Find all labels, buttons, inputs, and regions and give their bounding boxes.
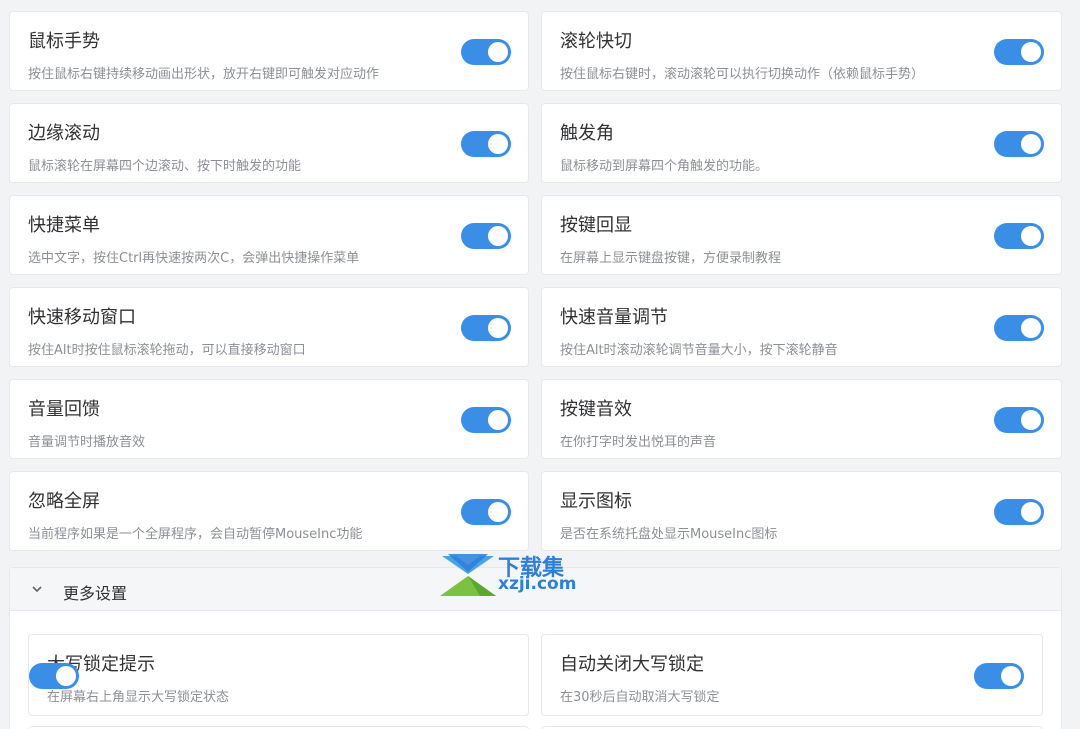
toggle-knob xyxy=(488,318,508,338)
setting-title: 边缘滚动 xyxy=(28,123,100,144)
setting-card-edge-scroll: 边缘滚动 鼠标滚轮在屏幕四个边滚动、按下时触发的功能 xyxy=(9,103,529,183)
setting-card-key-echo: 按键回显 在屏幕上显示键盘按键，方便录制教程 xyxy=(541,195,1062,275)
setting-card-ignore-fullscreen: 忽略全屏 当前程序如果是一个全屏程序，会自动暂停MouseInc功能 xyxy=(9,471,529,551)
quick-move-window-toggle[interactable] xyxy=(461,315,511,341)
setting-card-mouse-gesture: 鼠标手势 按住鼠标右键持续移动画出形状，放开右键即可触发对应动作 xyxy=(9,11,529,91)
setting-title: 音量回馈 xyxy=(28,399,100,420)
toggle-knob xyxy=(1001,666,1021,686)
watermark-logo: 下载集 xzji.com xyxy=(440,552,600,598)
setting-title: 按键回显 xyxy=(560,215,632,236)
setting-desc: 在30秒后自动取消大写锁定 xyxy=(560,690,720,705)
setting-desc: 按住Alt时按住鼠标滚轮拖动，可以直接移动窗口 xyxy=(28,343,306,358)
auto-caps-off-toggle[interactable] xyxy=(974,663,1024,689)
setting-title: 按键音效 xyxy=(560,399,632,420)
setting-title: 显示图标 xyxy=(560,491,632,512)
setting-desc: 在你打字时发出悦耳的声音 xyxy=(560,435,717,450)
setting-title: 触发角 xyxy=(560,123,614,144)
ignore-fullscreen-toggle[interactable] xyxy=(461,499,511,525)
chevron-down-icon xyxy=(32,586,42,593)
key-sound-toggle[interactable] xyxy=(994,407,1044,433)
setting-title: 滚轮快切 xyxy=(560,31,632,52)
setting-card-hot-corner: 触发角 鼠标移动到屏幕四个角触发的功能。 xyxy=(541,103,1062,183)
mouse-gesture-toggle[interactable] xyxy=(461,39,511,65)
setting-card-auto-caps-off: 自动关闭大写锁定 在30秒后自动取消大写锁定 xyxy=(541,634,1043,716)
toggle-knob xyxy=(488,226,508,246)
toggle-knob xyxy=(488,410,508,430)
toggle-knob xyxy=(56,666,76,686)
setting-card-wheel-switch: 滚轮快切 按住鼠标右键时，滚动滚轮可以执行切换动作（依赖鼠标手势） xyxy=(541,11,1062,91)
setting-title: 自动关闭大写锁定 xyxy=(560,654,704,675)
quick-volume-toggle[interactable] xyxy=(994,315,1044,341)
setting-desc: 按住鼠标右键持续移动画出形状，放开右键即可触发对应动作 xyxy=(28,67,380,82)
toggle-knob xyxy=(1021,318,1041,338)
setting-desc: 在屏幕上显示键盘按键，方便录制教程 xyxy=(560,251,782,266)
toggle-knob xyxy=(1021,226,1041,246)
setting-title: 快速移动窗口 xyxy=(28,307,136,328)
setting-title: 鼠标手势 xyxy=(28,31,100,52)
toggle-knob xyxy=(1021,502,1041,522)
setting-title: 忽略全屏 xyxy=(28,491,100,512)
setting-card-volume-feedback: 音量回馈 音量调节时播放音效 xyxy=(9,379,529,459)
setting-desc: 鼠标移动到屏幕四个角触发的功能。 xyxy=(560,159,769,174)
setting-desc: 选中文字，按住Ctrl再快速按两次C，会弹出快捷操作菜单 xyxy=(28,251,360,266)
hot-corner-toggle[interactable] xyxy=(994,131,1044,157)
setting-card-caps-lock-hint: 大写锁定提示 在屏幕右上角显示大写锁定状态 xyxy=(28,634,529,716)
edge-scroll-toggle[interactable] xyxy=(461,131,511,157)
setting-card-key-sound: 按键音效 在你打字时发出悦耳的声音 xyxy=(541,379,1062,459)
setting-desc: 当前程序如果是一个全屏程序，会自动暂停MouseInc功能 xyxy=(28,527,363,542)
download-arrow-icon xyxy=(440,554,496,596)
setting-desc: 是否在系统托盘处显示MouseInc图标 xyxy=(560,527,778,542)
watermark-en: xzji.com xyxy=(498,574,577,594)
setting-card-quick-move-window: 快速移动窗口 按住Alt时按住鼠标滚轮拖动，可以直接移动窗口 xyxy=(9,287,529,367)
toggle-knob xyxy=(488,134,508,154)
toggle-knob xyxy=(488,42,508,62)
setting-desc: 按住鼠标右键时，滚动滚轮可以执行切换动作（依赖鼠标手势） xyxy=(560,67,925,82)
setting-card-show-icon: 显示图标 是否在系统托盘处显示MouseInc图标 xyxy=(541,471,1062,551)
wheel-switch-toggle[interactable] xyxy=(994,39,1044,65)
more-settings-label: 更多设置 xyxy=(63,584,128,603)
setting-desc: 鼠标滚轮在屏幕四个边滚动、按下时触发的功能 xyxy=(28,159,302,174)
show-icon-toggle[interactable] xyxy=(994,499,1044,525)
toggle-knob xyxy=(1021,410,1041,430)
toggle-knob xyxy=(1021,42,1041,62)
setting-title: 快速音量调节 xyxy=(560,307,668,328)
key-echo-toggle[interactable] xyxy=(994,223,1044,249)
toggle-knob xyxy=(1021,134,1041,154)
caps-lock-hint-toggle[interactable] xyxy=(29,663,79,689)
setting-desc: 在屏幕右上角显示大写锁定状态 xyxy=(47,690,230,705)
setting-title: 快捷菜单 xyxy=(28,215,100,236)
setting-card-quick-volume: 快速音量调节 按住Alt时滚动滚轮调节音量大小，按下滚轮静音 xyxy=(541,287,1062,367)
setting-desc: 按住Alt时滚动滚轮调节音量大小，按下滚轮静音 xyxy=(560,343,838,358)
setting-desc: 音量调节时播放音效 xyxy=(28,435,146,450)
volume-feedback-toggle[interactable] xyxy=(461,407,511,433)
toggle-knob xyxy=(488,502,508,522)
quick-menu-toggle[interactable] xyxy=(461,223,511,249)
setting-card-quick-menu: 快捷菜单 选中文字，按住Ctrl再快速按两次C，会弹出快捷操作菜单 xyxy=(9,195,529,275)
